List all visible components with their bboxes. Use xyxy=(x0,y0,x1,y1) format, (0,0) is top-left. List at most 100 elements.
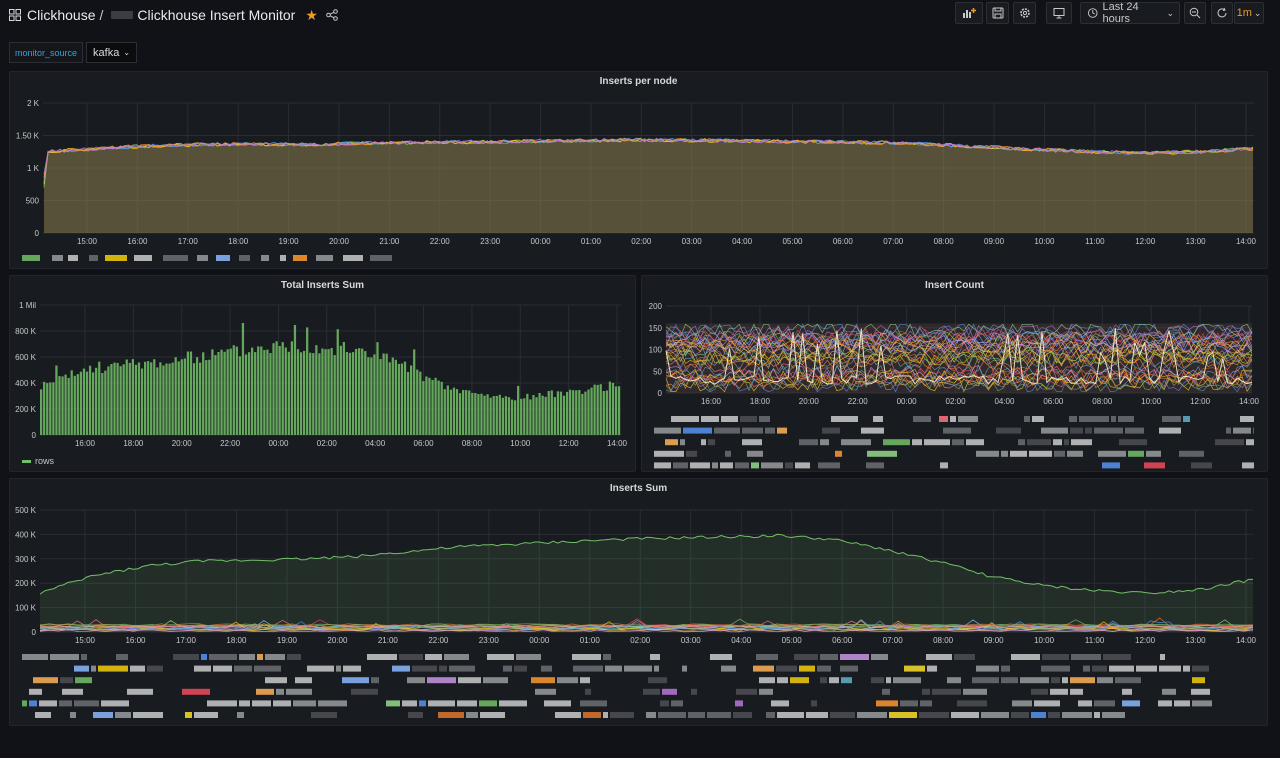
legend-item xyxy=(721,416,738,422)
legend-item xyxy=(605,665,622,672)
bar xyxy=(443,389,446,435)
legend-item xyxy=(658,712,686,718)
star-icon[interactable]: ★ xyxy=(305,7,318,24)
bar xyxy=(315,345,318,435)
legend-item xyxy=(777,677,788,684)
x-tick-label: 10:00 xyxy=(1034,636,1055,645)
x-tick-label: 00:00 xyxy=(268,439,289,448)
legend-item xyxy=(830,712,855,718)
refresh-icon xyxy=(1217,7,1227,18)
bar xyxy=(177,361,180,435)
legend-item xyxy=(407,677,425,684)
x-tick-label: 11:00 xyxy=(1085,636,1105,645)
save-dashboard-button[interactable] xyxy=(986,2,1009,24)
panel-inserts-sum[interactable]: Inserts Sum 0 100 K 200 K 300 K 400 K 500 K 15… xyxy=(9,478,1268,726)
bar xyxy=(584,391,587,435)
legend-item xyxy=(799,439,818,446)
legend-item xyxy=(835,450,842,457)
x-tick-label: 06:00 xyxy=(832,636,853,645)
legend-item xyxy=(966,439,984,446)
legend-item xyxy=(646,712,656,718)
add-panel-icon xyxy=(963,8,976,18)
x-tick-label: 02:00 xyxy=(630,636,651,645)
share-icon[interactable] xyxy=(326,9,338,21)
legend-item xyxy=(654,462,671,469)
legend-item xyxy=(818,462,840,469)
legend-item xyxy=(708,439,715,446)
bar xyxy=(535,397,538,435)
panel-inserts-per-node[interactable]: Inserts per node 0 500 1 K 1.50 K2 K 15:00 16… xyxy=(9,71,1268,269)
legend-item xyxy=(790,677,809,684)
legend-item xyxy=(59,700,72,707)
bar xyxy=(379,359,382,435)
legend-item xyxy=(643,688,660,695)
legend-item xyxy=(60,677,73,684)
page-title[interactable]: Clickhouse Insert Monitor xyxy=(137,7,295,23)
inserts-sum-chart[interactable]: 0 100 K 200 K 300 K 400 K 500 K 15:00 16:00 17:0… xyxy=(10,479,1269,727)
legend-item xyxy=(483,677,508,684)
monitor-icon xyxy=(1053,8,1065,19)
zoom-out-button[interactable] xyxy=(1184,2,1206,24)
bar xyxy=(547,391,550,435)
redacted-text xyxy=(111,11,134,19)
x-tick-label: 14:00 xyxy=(1239,397,1260,406)
legend-item xyxy=(343,255,363,261)
legend-item xyxy=(261,255,269,261)
legend-item xyxy=(742,439,762,446)
legend-item xyxy=(573,665,603,672)
legend-item xyxy=(22,700,27,707)
bar xyxy=(247,352,251,435)
legend-item xyxy=(932,688,961,695)
apps-grid-icon[interactable] xyxy=(9,9,21,21)
x-tick-label: 04:00 xyxy=(732,237,753,246)
legend-item xyxy=(840,654,869,660)
refresh-interval-picker[interactable]: 1m ⌄ xyxy=(1234,2,1264,24)
legend-item xyxy=(50,654,79,660)
insert-count-chart[interactable]: 0 50 100 150 200 16:00 18:00 20:00 22:00 00:00 02:… xyxy=(642,276,1269,473)
y-tick-label: 800 K xyxy=(15,327,37,336)
dashboard-settings-button[interactable] xyxy=(1013,2,1036,24)
inserts-per-node-chart[interactable]: 0 500 1 K 1.50 K 2 K 15:00 16:00 17:00 18:00 19:0… xyxy=(10,72,1269,270)
legend-item xyxy=(776,665,797,672)
bar xyxy=(299,352,303,435)
bar xyxy=(275,341,278,435)
bar xyxy=(437,380,440,435)
panel-insert-count[interactable]: Insert Count 0 50 100 150 200 16:00 18:00 20:00… xyxy=(641,275,1268,472)
panel-total-inserts-sum[interactable]: Total Inserts Sum 0 200 K 400 K 600 K 800 K1… xyxy=(9,275,636,472)
legend-item xyxy=(811,700,817,707)
time-range-picker[interactable]: Last 24 hours ⌄ xyxy=(1080,1,1180,25)
legend-item xyxy=(1115,677,1141,684)
bar xyxy=(202,352,205,435)
breadcrumb-folder[interactable]: Clickhouse xyxy=(27,7,95,23)
legend-item xyxy=(293,255,307,261)
legend-item xyxy=(572,654,601,660)
legend-item xyxy=(829,677,839,684)
legend-item xyxy=(785,462,793,469)
refresh-button[interactable] xyxy=(1211,2,1233,24)
legend-item xyxy=(1162,416,1181,422)
cycle-view-mode-button[interactable] xyxy=(1046,2,1072,24)
legend-item xyxy=(1064,439,1069,446)
bar xyxy=(46,383,49,435)
x-tick-label: 16:00 xyxy=(127,237,148,246)
legend-item xyxy=(1097,677,1113,684)
bar xyxy=(458,393,462,435)
x-tick-label: 10:00 xyxy=(1034,237,1055,246)
variable-select[interactable]: kafka ⌄ xyxy=(86,42,138,63)
add-panel-button[interactable] xyxy=(955,2,983,24)
legend-item xyxy=(610,712,634,718)
x-tick-label: 09:00 xyxy=(984,237,1005,246)
legend-item xyxy=(1146,450,1161,457)
legend-item xyxy=(1136,665,1157,672)
legend-item xyxy=(654,427,681,434)
legend-item xyxy=(759,677,775,684)
bar xyxy=(556,391,560,435)
breadcrumb-separator: / xyxy=(99,7,104,23)
bar xyxy=(394,359,397,435)
bar xyxy=(113,362,116,435)
legend-item xyxy=(316,255,333,261)
x-tick-label: 01:00 xyxy=(580,636,601,645)
total-inserts-sum-chart[interactable]: 0 200 K 400 K 600 K 800 K 1 Mil 16:00 18:00 20:0… xyxy=(10,276,637,473)
legend-item[interactable]: rows xyxy=(22,456,54,466)
legend-item xyxy=(777,427,787,434)
